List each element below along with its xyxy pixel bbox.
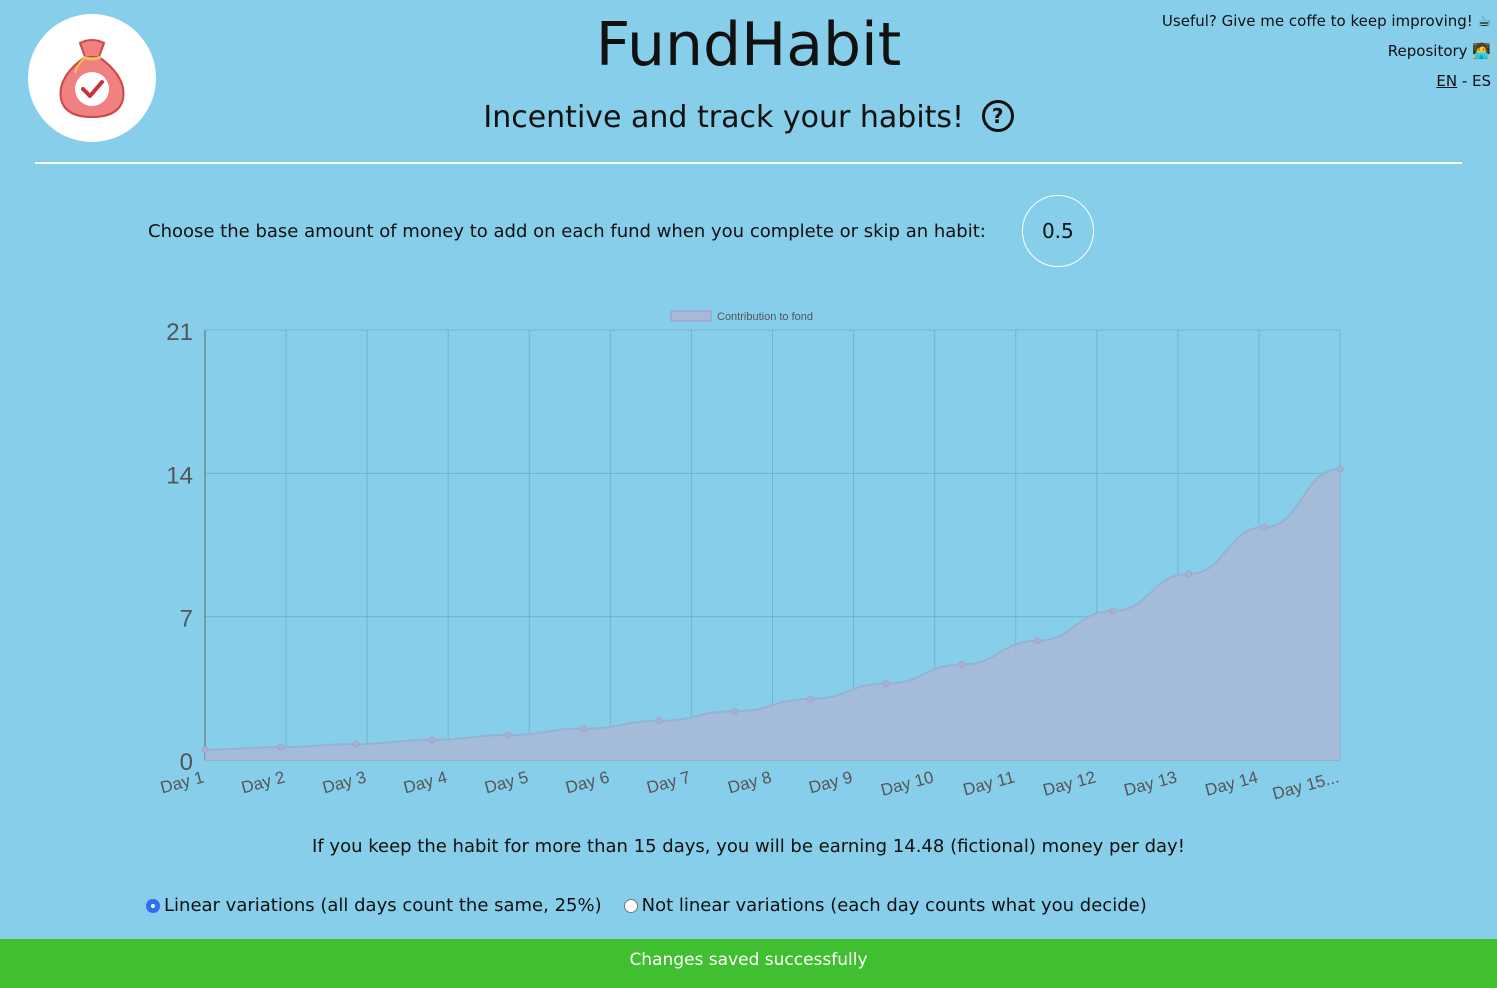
legend-swatch bbox=[670, 310, 712, 322]
legend-label: Contribution to fond bbox=[717, 311, 813, 323]
language-switcher: EN - ES bbox=[1162, 66, 1491, 96]
linear-variation-label: Linear variations (all days count the sa… bbox=[164, 895, 602, 916]
linear-radio[interactable] bbox=[146, 898, 160, 913]
x-tick-label: Day 14 bbox=[1203, 768, 1260, 800]
variation-options: Linear variations (all days count the sa… bbox=[146, 895, 1169, 916]
data-point bbox=[504, 731, 512, 739]
base-amount-input[interactable] bbox=[1021, 195, 1094, 267]
data-point bbox=[201, 746, 209, 754]
base-amount-label: Choose the base amount of money to add o… bbox=[148, 220, 986, 242]
chart-svg: 071421Day 1 Day 2 Day 3 Day 4 Day 5 Day 6 Day … bbox=[158, 310, 1344, 804]
data-point bbox=[1033, 637, 1041, 645]
question-circle-icon[interactable]: ? bbox=[981, 99, 1014, 132]
x-tick-label: Day 5 bbox=[482, 768, 530, 798]
data-point bbox=[882, 680, 890, 688]
lang-separator: - bbox=[1457, 72, 1472, 90]
top-links: Useful? Give me coffe to keep improving!… bbox=[1162, 6, 1491, 96]
x-tick-label: Day 6 bbox=[564, 768, 612, 798]
x-tick-label: Day 13 bbox=[1122, 768, 1179, 800]
lang-es-link[interactable]: ES bbox=[1472, 72, 1491, 90]
data-point bbox=[1260, 523, 1268, 531]
data-point bbox=[1336, 465, 1344, 473]
x-tick-label: Day 2 bbox=[239, 768, 287, 798]
nonlinear-variation-label: Not linear variations (each day counts w… bbox=[641, 895, 1147, 916]
data-point bbox=[352, 740, 360, 748]
base-amount-row: Choose the base amount of money to add o… bbox=[148, 195, 1094, 267]
linear-variation-option[interactable]: Linear variations (all days count the sa… bbox=[146, 895, 602, 916]
data-point bbox=[579, 725, 587, 733]
header-divider bbox=[35, 162, 1462, 164]
nonlinear-radio[interactable] bbox=[623, 898, 638, 913]
x-tick-label: Day 8 bbox=[726, 768, 774, 798]
nonlinear-variation-option[interactable]: Not linear variations (each day counts w… bbox=[623, 895, 1147, 916]
subtitle-text: Incentive and track your habits! bbox=[483, 100, 965, 135]
x-tick-label: Day 3 bbox=[320, 768, 368, 798]
x-tick-label: Day 11 bbox=[961, 768, 1017, 800]
x-tick-label: Day 4 bbox=[401, 768, 449, 798]
coffee-link[interactable]: Useful? Give me coffe to keep improving!… bbox=[1162, 12, 1491, 30]
data-point bbox=[1109, 607, 1117, 615]
data-point bbox=[655, 717, 663, 725]
repository-link[interactable]: Repository 🧑‍💻 bbox=[1388, 42, 1491, 60]
data-point bbox=[731, 707, 739, 715]
success-toast: Changes saved successfully bbox=[0, 939, 1497, 988]
earning-info: If you keep the habit for more than 15 d… bbox=[312, 836, 1185, 857]
x-tick-label: Day 7 bbox=[645, 768, 693, 798]
x-tick-label: Day 10 bbox=[879, 768, 936, 800]
y-tick-label: 21 bbox=[166, 319, 193, 346]
y-tick-label: 7 bbox=[180, 606, 193, 633]
lang-en-link[interactable]: EN bbox=[1436, 72, 1457, 90]
data-point bbox=[277, 743, 285, 751]
x-tick-label: Day 9 bbox=[807, 768, 855, 798]
page-subtitle: Incentive and track your habits! ? bbox=[0, 99, 1497, 135]
x-tick-label: Day 12 bbox=[1041, 768, 1098, 800]
data-point bbox=[958, 661, 966, 669]
contribution-chart: 0 7 14 21 Day 1 Day 2 Day 3 Day 4 Day 5 Day 6 Day … bbox=[140, 300, 1360, 810]
data-point bbox=[1185, 570, 1193, 578]
data-point bbox=[806, 695, 814, 703]
y-tick-label: 14 bbox=[166, 462, 193, 489]
x-tick-label: Day 15... bbox=[1270, 768, 1341, 804]
x-tick-label: Day 1 bbox=[158, 768, 206, 798]
data-point bbox=[428, 736, 436, 744]
